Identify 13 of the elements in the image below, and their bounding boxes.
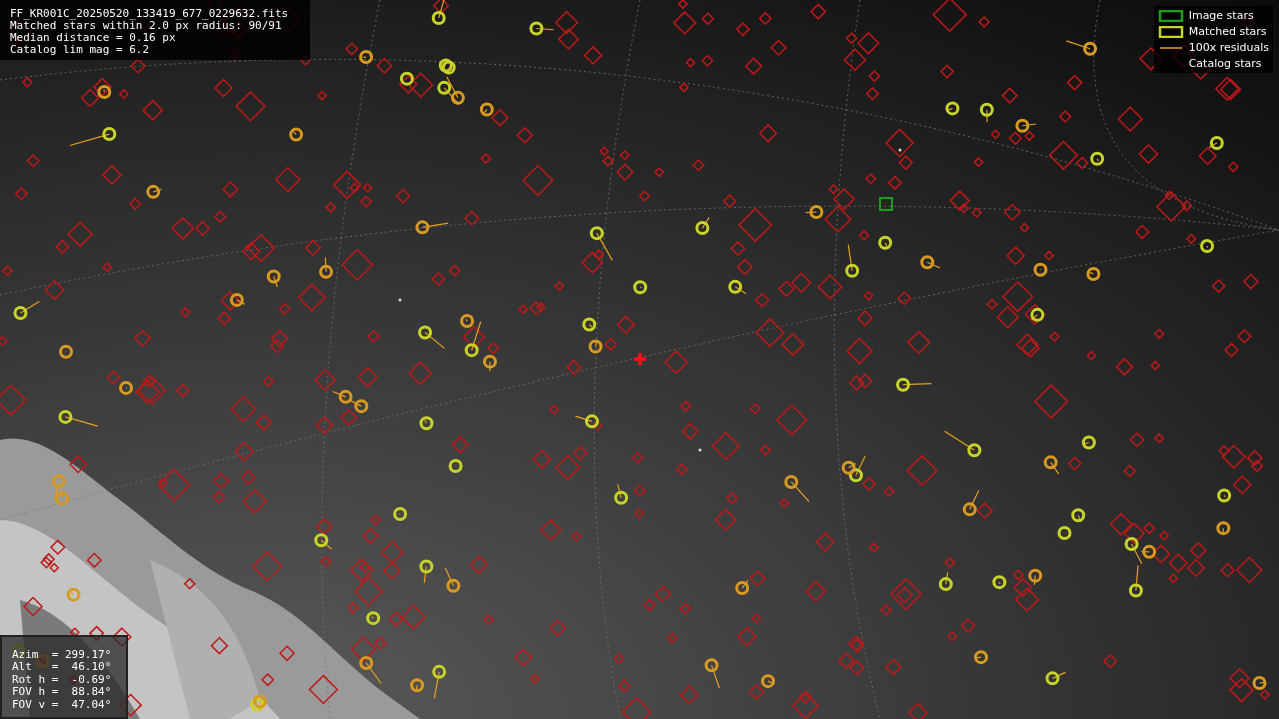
legend-label: Image stars [1188,9,1254,22]
info-text: Median distance = 0.16 px [10,32,177,44]
info-text: Matched stars within 2.0 px radius: 90/91 [10,20,282,32]
info-text: Catalog lim mag = 6.2 [10,44,151,56]
pointing-text: Alt = 46.10° [12,661,113,674]
info-text: FF_KR001C_20250520_133419_677_0229632.fits [10,8,290,20]
pointing-text: FOV h = 88.84° [12,686,113,699]
pointing-text: FOV v = 47.04° [12,698,113,711]
legend-label: Matched stars [1188,25,1267,38]
legend-label: 100x residuals [1188,41,1269,54]
legend-label: Catalog stars [1188,57,1262,70]
pointing-text: Azim = 299.17° [12,648,113,661]
pointing-text: Rot h = -0.69° [12,673,113,686]
